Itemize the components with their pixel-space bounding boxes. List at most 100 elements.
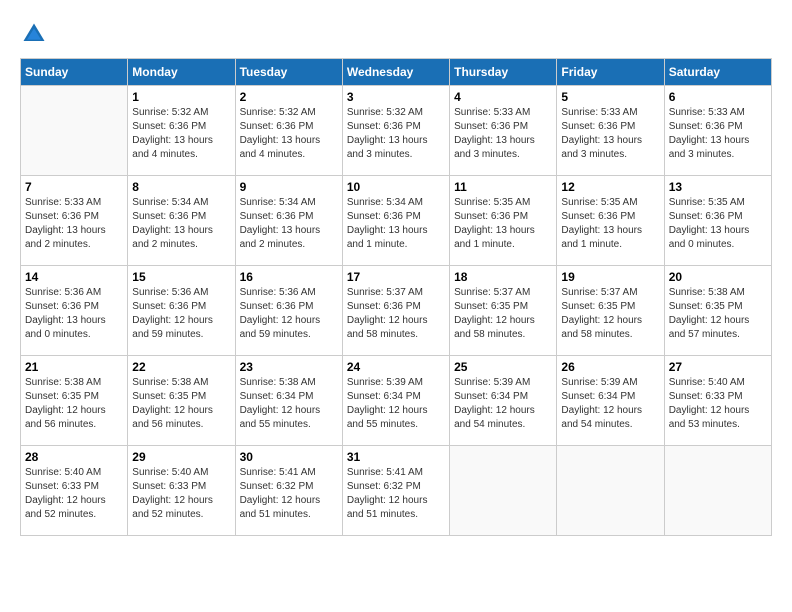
day-number: 30 — [240, 450, 338, 464]
day-number: 31 — [347, 450, 445, 464]
day-info: Sunrise: 5:36 AMSunset: 6:36 PMDaylight:… — [240, 286, 338, 342]
day-number: 5 — [561, 90, 659, 104]
day-info: Sunrise: 5:40 AMSunset: 6:33 PMDaylight:… — [669, 376, 767, 432]
calendar-cell: 29 Sunrise: 5:40 AMSunset: 6:33 PMDayligh… — [128, 446, 235, 536]
day-info: Sunrise: 5:38 AMSunset: 6:34 PMDaylight:… — [240, 376, 338, 432]
day-info: Sunrise: 5:41 AMSunset: 6:32 PMDaylight:… — [347, 466, 445, 522]
calendar-cell: 20 Sunrise: 5:38 AMSunset: 6:35 PMDayligh… — [664, 266, 771, 356]
calendar-cell: 23 Sunrise: 5:38 AMSunset: 6:34 PMDayligh… — [235, 356, 342, 446]
day-info: Sunrise: 5:35 AMSunset: 6:36 PMDaylight:… — [669, 196, 767, 252]
day-number: 19 — [561, 270, 659, 284]
day-info: Sunrise: 5:39 AMSunset: 6:34 PMDaylight:… — [454, 376, 552, 432]
weekday-header: Sunday — [21, 59, 128, 86]
calendar-week-row: 14 Sunrise: 5:36 AMSunset: 6:36 PMDayligh… — [21, 266, 772, 356]
calendar-cell: 22 Sunrise: 5:38 AMSunset: 6:35 PMDayligh… — [128, 356, 235, 446]
calendar-cell: 8 Sunrise: 5:34 AMSunset: 6:36 PMDaylight… — [128, 176, 235, 266]
day-number: 8 — [132, 180, 230, 194]
calendar-cell: 10 Sunrise: 5:34 AMSunset: 6:36 PMDayligh… — [342, 176, 449, 266]
calendar-header-row: SundayMondayTuesdayWednesdayThursdayFrid… — [21, 59, 772, 86]
weekday-header: Wednesday — [342, 59, 449, 86]
calendar-cell: 2Sunrise: 5:32 AMSunset: 6:36 PMDaylight… — [235, 86, 342, 176]
day-number: 28 — [25, 450, 123, 464]
calendar-cell: 6 Sunrise: 5:33 AMSunset: 6:36 PMDaylight… — [664, 86, 771, 176]
day-number: 14 — [25, 270, 123, 284]
calendar-cell: 5 Sunrise: 5:33 AMSunset: 6:36 PMDaylight… — [557, 86, 664, 176]
day-info: Sunrise: 5:39 AMSunset: 6:34 PMDaylight:… — [347, 376, 445, 432]
calendar-week-row: 21 Sunrise: 5:38 AMSunset: 6:35 PMDayligh… — [21, 356, 772, 446]
day-number: 7 — [25, 180, 123, 194]
day-info: Sunrise: 5:34 AMSunset: 6:36 PMDaylight:… — [347, 196, 445, 252]
day-info: Sunrise: 5:33 AMSunset: 6:36 PMDaylight:… — [25, 196, 123, 252]
day-number: 23 — [240, 360, 338, 374]
logo-icon — [20, 20, 48, 48]
day-info: Sunrise: 5:37 AMSunset: 6:35 PMDaylight:… — [454, 286, 552, 342]
calendar-cell: 21 Sunrise: 5:38 AMSunset: 6:35 PMDayligh… — [21, 356, 128, 446]
day-number: 11 — [454, 180, 552, 194]
calendar-cell: 19 Sunrise: 5:37 AMSunset: 6:35 PMDayligh… — [557, 266, 664, 356]
weekday-header: Monday — [128, 59, 235, 86]
calendar-cell: 17 Sunrise: 5:37 AMSunset: 6:36 PMDayligh… — [342, 266, 449, 356]
calendar-cell: 31 Sunrise: 5:41 AMSunset: 6:32 PMDayligh… — [342, 446, 449, 536]
day-number: 21 — [25, 360, 123, 374]
day-number: 6 — [669, 90, 767, 104]
day-info: Sunrise: 5:33 AMSunset: 6:36 PMDaylight:… — [561, 106, 659, 162]
calendar-table: SundayMondayTuesdayWednesdayThursdayFrid… — [20, 58, 772, 536]
day-number: 22 — [132, 360, 230, 374]
calendar-cell: 16Sunrise: 5:36 AMSunset: 6:36 PMDayligh… — [235, 266, 342, 356]
day-info: Sunrise: 5:34 AMSunset: 6:36 PMDaylight:… — [132, 196, 230, 252]
day-info: Sunrise: 5:41 AMSunset: 6:32 PMDaylight:… — [240, 466, 338, 522]
day-number: 29 — [132, 450, 230, 464]
day-info: Sunrise: 5:32 AMSunset: 6:36 PMDaylight:… — [347, 106, 445, 162]
calendar-cell — [664, 446, 771, 536]
day-number: 17 — [347, 270, 445, 284]
calendar-cell: 9 Sunrise: 5:34 AMSunset: 6:36 PMDaylight… — [235, 176, 342, 266]
day-number: 2 — [240, 90, 338, 104]
day-info: Sunrise: 5:38 AMSunset: 6:35 PMDaylight:… — [132, 376, 230, 432]
calendar-cell — [21, 86, 128, 176]
day-info: Sunrise: 5:38 AMSunset: 6:35 PMDaylight:… — [669, 286, 767, 342]
day-number: 12 — [561, 180, 659, 194]
day-info: Sunrise: 5:36 AMSunset: 6:36 PMDaylight:… — [25, 286, 123, 342]
day-number: 3 — [347, 90, 445, 104]
calendar-cell — [450, 446, 557, 536]
day-number: 25 — [454, 360, 552, 374]
day-number: 13 — [669, 180, 767, 194]
calendar-cell: 27Sunrise: 5:40 AMSunset: 6:33 PMDayligh… — [664, 356, 771, 446]
day-number: 4 — [454, 90, 552, 104]
day-info: Sunrise: 5:33 AMSunset: 6:36 PMDaylight:… — [669, 106, 767, 162]
calendar-cell: 1Sunrise: 5:32 AMSunset: 6:36 PMDaylight… — [128, 86, 235, 176]
calendar-cell: 18 Sunrise: 5:37 AMSunset: 6:35 PMDayligh… — [450, 266, 557, 356]
day-info: Sunrise: 5:34 AMSunset: 6:36 PMDaylight:… — [240, 196, 338, 252]
calendar-cell: 7 Sunrise: 5:33 AMSunset: 6:36 PMDaylight… — [21, 176, 128, 266]
day-info: Sunrise: 5:32 AMSunset: 6:36 PMDaylight:… — [132, 106, 230, 162]
calendar-cell: 30 Sunrise: 5:41 AMSunset: 6:32 PMDayligh… — [235, 446, 342, 536]
weekday-header: Tuesday — [235, 59, 342, 86]
calendar-cell: 15Sunrise: 5:36 AMSunset: 6:36 PMDayligh… — [128, 266, 235, 356]
calendar-cell: 14 Sunrise: 5:36 AMSunset: 6:36 PMDayligh… — [21, 266, 128, 356]
day-info: Sunrise: 5:40 AMSunset: 6:33 PMDaylight:… — [25, 466, 123, 522]
calendar-cell: 13 Sunrise: 5:35 AMSunset: 6:36 PMDayligh… — [664, 176, 771, 266]
calendar-week-row: 1Sunrise: 5:32 AMSunset: 6:36 PMDaylight… — [21, 86, 772, 176]
day-info: Sunrise: 5:40 AMSunset: 6:33 PMDaylight:… — [132, 466, 230, 522]
day-number: 9 — [240, 180, 338, 194]
calendar-cell: 12 Sunrise: 5:35 AMSunset: 6:36 PMDayligh… — [557, 176, 664, 266]
calendar-cell — [557, 446, 664, 536]
day-number: 10 — [347, 180, 445, 194]
day-info: Sunrise: 5:35 AMSunset: 6:36 PMDaylight:… — [454, 196, 552, 252]
day-number: 26 — [561, 360, 659, 374]
calendar-cell: 26 Sunrise: 5:39 AMSunset: 6:34 PMDayligh… — [557, 356, 664, 446]
logo — [20, 20, 52, 48]
day-info: Sunrise: 5:37 AMSunset: 6:36 PMDaylight:… — [347, 286, 445, 342]
day-number: 18 — [454, 270, 552, 284]
day-info: Sunrise: 5:35 AMSunset: 6:36 PMDaylight:… — [561, 196, 659, 252]
calendar-cell: 4 Sunrise: 5:33 AMSunset: 6:36 PMDaylight… — [450, 86, 557, 176]
day-info: Sunrise: 5:33 AMSunset: 6:36 PMDaylight:… — [454, 106, 552, 162]
day-number: 15 — [132, 270, 230, 284]
day-info: Sunrise: 5:38 AMSunset: 6:35 PMDaylight:… — [25, 376, 123, 432]
day-number: 20 — [669, 270, 767, 284]
day-info: Sunrise: 5:37 AMSunset: 6:35 PMDaylight:… — [561, 286, 659, 342]
weekday-header: Thursday — [450, 59, 557, 86]
day-info: Sunrise: 5:39 AMSunset: 6:34 PMDaylight:… — [561, 376, 659, 432]
weekday-header: Friday — [557, 59, 664, 86]
weekday-header: Saturday — [664, 59, 771, 86]
